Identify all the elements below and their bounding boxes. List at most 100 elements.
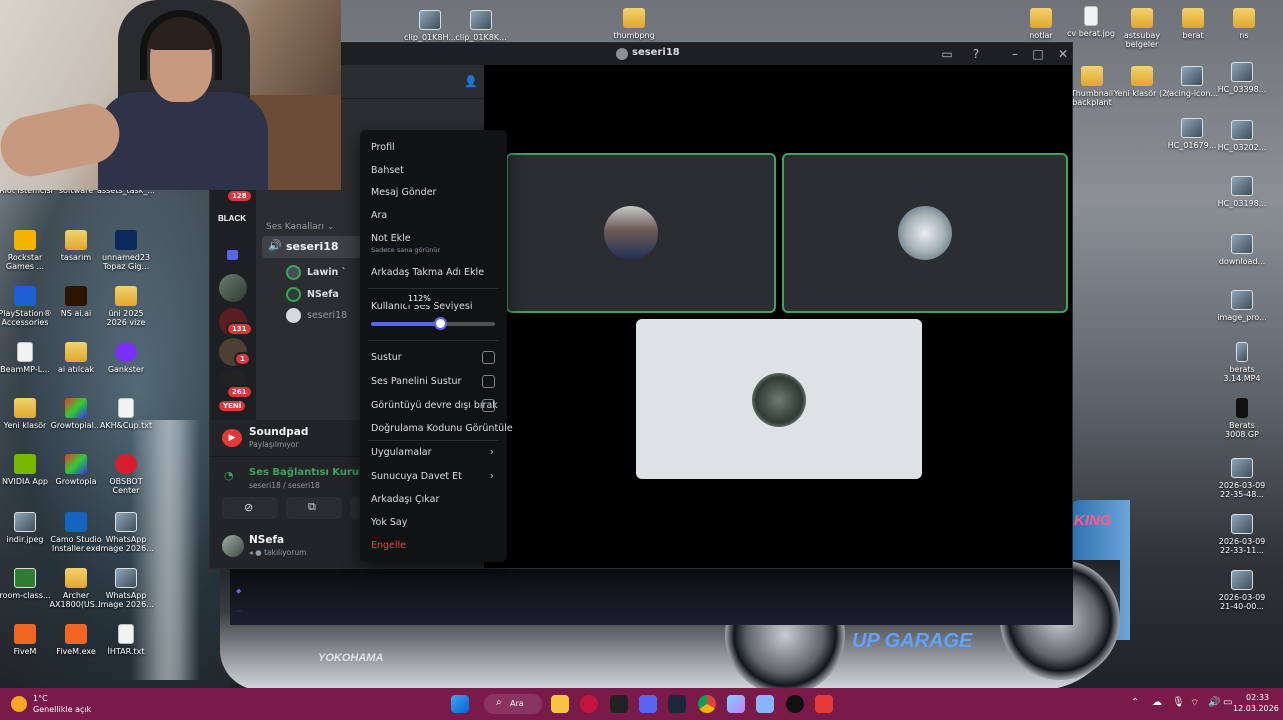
avatar	[286, 287, 301, 302]
add-friend-icon[interactable]: 👤	[464, 75, 478, 88]
desktop-icon[interactable]: HC_03198...	[1213, 176, 1271, 208]
desktop-icon[interactable]: PlayStation® Accessories	[0, 286, 54, 327]
start-icon[interactable]	[451, 695, 469, 713]
network-tray-icon[interactable]: ☁	[1152, 697, 1162, 708]
installer-icon	[65, 512, 87, 532]
clock-date[interactable]: 12.03.2026	[1233, 704, 1279, 713]
menu-invite[interactable]: Sunucuya Davet Et	[371, 471, 462, 482]
menu-disable-video[interactable]: Görüntüyü devre dışı bırak	[371, 400, 498, 411]
desktop-icon[interactable]: HC_03398...	[1213, 62, 1271, 94]
menu-apps[interactable]: Uygulamalar	[371, 447, 432, 458]
server-list: 128 BLACK 131 1 261 YENİ	[210, 188, 256, 420]
menu-mention[interactable]: Bahset	[371, 165, 404, 176]
menu-add-note[interactable]: Not Ekle	[371, 233, 411, 244]
search-button[interactable]: ⌕ Ara	[484, 694, 542, 714]
disable-video-checkbox[interactable]	[482, 399, 495, 412]
desktop-icon[interactable]: ns	[1215, 8, 1273, 40]
menu-ignore[interactable]: Yok Say	[371, 517, 407, 528]
video-tile[interactable]	[782, 153, 1068, 313]
maximize-button[interactable]: □	[1029, 45, 1047, 63]
menu-message[interactable]: Mesaj Gönder	[371, 187, 436, 198]
folder-icon[interactable]	[227, 250, 238, 260]
desktop-icon[interactable]: WhatsApp Image 2026...	[97, 512, 155, 553]
epic-games-icon[interactable]	[610, 695, 628, 713]
help-icon[interactable]: ?	[967, 45, 985, 63]
desktop-icon[interactable]: astsubay belgeler	[1113, 8, 1171, 49]
volume-icon[interactable]: 🔊	[1208, 697, 1220, 708]
obs-icon[interactable]	[786, 695, 804, 713]
camera-off-button[interactable]: ⊘	[222, 497, 278, 519]
mute-checkbox[interactable]	[482, 351, 495, 364]
copilot-icon[interactable]	[727, 695, 745, 713]
desktop-icon[interactable]: download...	[1213, 234, 1271, 266]
steam-icon[interactable]	[668, 695, 686, 713]
desktop-icon[interactable]: Berats 3008.GP	[1213, 398, 1271, 439]
desktop-icon[interactable]: OBSBOT Center	[97, 454, 155, 495]
menu-verify-code[interactable]: Doğrulama Kodunu Görüntüle	[371, 423, 513, 434]
chevron-up-icon[interactable]: ⌃	[1131, 697, 1139, 708]
folder-icon	[65, 342, 87, 362]
desktop-icon[interactable]: room-class...	[0, 568, 54, 600]
menu-profile[interactable]: Profil	[371, 142, 395, 153]
wifi-icon[interactable]: ⌔	[1190, 697, 1199, 710]
new-badge[interactable]: YENİ	[219, 401, 246, 411]
desktop-icon[interactable]: üni 2025 2026 vize	[97, 286, 155, 327]
desktop-icon[interactable]: unnamed23 Topaz Gig...	[97, 230, 155, 271]
video-tile[interactable]	[636, 319, 922, 479]
volume-slider[interactable]	[371, 317, 495, 330]
close-button[interactable]: ✕	[1054, 45, 1072, 63]
desktop-icon[interactable]: thumbpng	[605, 8, 663, 40]
desktop-icon[interactable]: berats 3.14.MP4	[1213, 342, 1271, 383]
clock-time[interactable]: 02:33	[1246, 693, 1269, 702]
video-tile[interactable]	[506, 153, 776, 313]
screen-share-button[interactable]: ⧉	[286, 497, 342, 519]
menu-mute[interactable]: Sustur	[371, 352, 402, 363]
mute-soundboard-checkbox[interactable]	[482, 375, 495, 388]
minimize-button[interactable]: –	[1006, 45, 1024, 63]
desktop-icon[interactable]: 2026-03-09 21-40-00...	[1213, 570, 1271, 611]
wallpaper-strip: ◆ ⋯	[230, 569, 1073, 625]
desktop-icon[interactable]: clip_01K8K...	[452, 10, 510, 42]
desktop-icon[interactable]: clip_01K8H...	[401, 10, 459, 42]
menu-call[interactable]: Ara	[371, 210, 387, 221]
voice-channel[interactable]: 🔊 seseri18	[262, 236, 362, 258]
desktop-icon[interactable]: indir.jpeg	[0, 512, 54, 544]
desktop-icon[interactable]: NVIDIA App	[0, 454, 54, 486]
desktop-icon[interactable]: FiveM	[0, 624, 54, 656]
file-explorer-icon[interactable]	[551, 695, 569, 713]
desktop-icon[interactable]: cv berat.jpg	[1062, 6, 1120, 38]
server-icon[interactable]	[219, 274, 247, 302]
battery-icon[interactable]: ▭	[1223, 697, 1232, 708]
activity-button[interactable]	[350, 497, 360, 519]
menu-block[interactable]: Engelle	[371, 540, 406, 551]
soundpad-taskbar-icon[interactable]	[815, 695, 833, 713]
desktop-icon[interactable]: BeamMP-L...	[0, 342, 54, 374]
opera-icon[interactable]	[580, 695, 598, 713]
voice-category[interactable]: Ses Kanalları ⌄	[266, 222, 334, 232]
menu-remove-friend[interactable]: Arkadaşı Çıkar	[371, 494, 439, 505]
volume-slider-handle[interactable]	[434, 317, 448, 330]
server-black[interactable]: BLACK	[218, 214, 246, 223]
microphone-icon[interactable]: 🎙	[1172, 697, 1185, 708]
discord-icon[interactable]	[639, 695, 657, 713]
folder-icon	[1131, 66, 1153, 86]
desktop-icon[interactable]: WhatsApp Image 2026...	[97, 568, 155, 609]
desktop-icon[interactable]: image_pro...	[1213, 290, 1271, 322]
desktop-icon[interactable]: AKH&Cup.txt	[97, 398, 155, 430]
desktop-icon[interactable]: 2026-03-09 22-33-11...	[1213, 514, 1271, 555]
chrome-icon[interactable]	[698, 695, 716, 713]
weather-icon[interactable]	[11, 696, 27, 712]
desktop-icon[interactable]: İHTAR.txt	[97, 624, 155, 656]
menu-mute-soundboard[interactable]: Ses Panelini Sustur	[371, 376, 461, 387]
desktop-icon[interactable]: Gankster	[97, 342, 155, 374]
desktop-icon[interactable]: berat	[1164, 8, 1222, 40]
desktop-icon[interactable]: HC_03202...	[1213, 120, 1271, 152]
desktop-icon[interactable]: Yeni klasör	[0, 398, 54, 430]
avatar[interactable]	[222, 535, 244, 557]
menu-friend-nickname[interactable]: Arkadaş Takma Adı Ekle	[371, 267, 484, 278]
app-icon[interactable]	[756, 695, 774, 713]
desktop-icon[interactable]: Rockstar Games ...	[0, 230, 54, 271]
file-icon	[17, 342, 33, 362]
desktop-icon[interactable]: 2026-03-09 22-35-48...	[1213, 458, 1271, 499]
inbox-icon[interactable]: ▭	[938, 45, 956, 63]
